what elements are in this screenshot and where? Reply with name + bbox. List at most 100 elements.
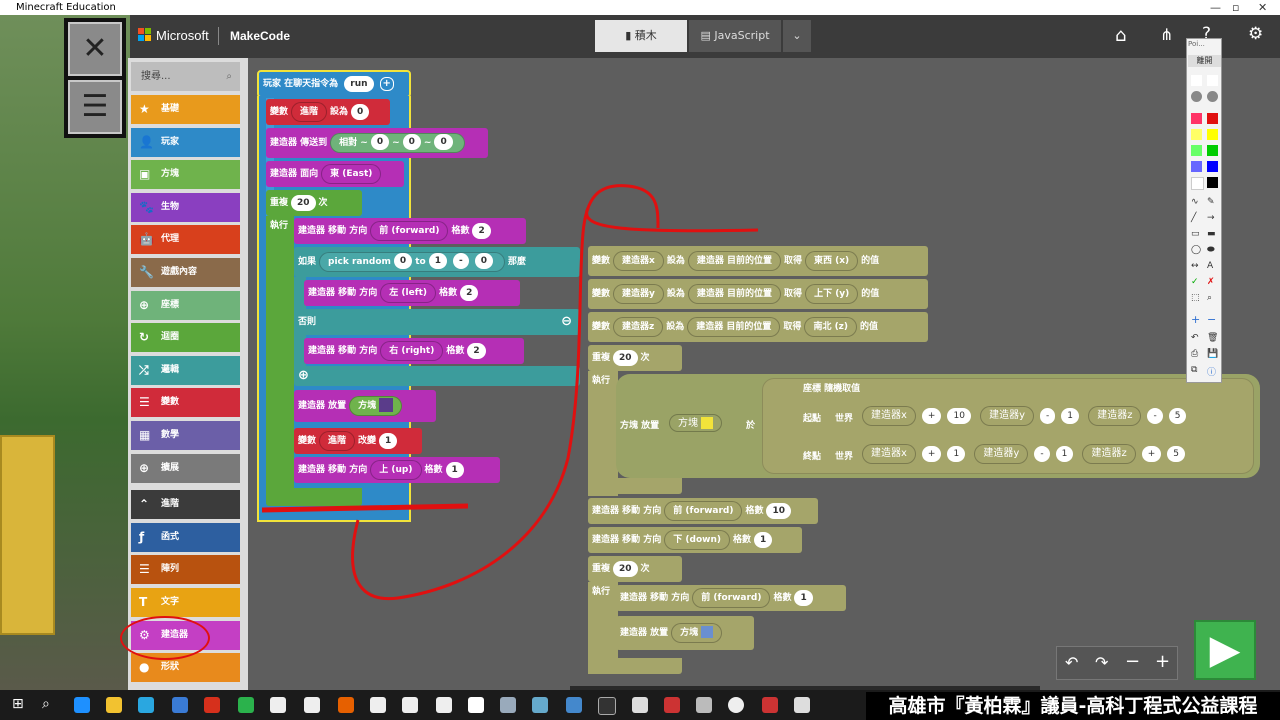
search-icon: ⌕ [226, 71, 232, 82]
undo-icon[interactable]: ↶ [1065, 653, 1078, 672]
double-arrow-icon[interactable]: ↔ [1191, 261, 1199, 271]
minecraft-icon[interactable] [500, 697, 516, 713]
undo-draw-icon[interactable]: ↶ [1191, 333, 1199, 343]
chevron-down-icon[interactable]: ⌄ [783, 20, 811, 52]
chrome-icon[interactable] [270, 697, 286, 713]
category-6[interactable]: ⊕ 座標 [131, 290, 240, 320]
home-icon[interactable]: ⌂ [1115, 25, 1126, 46]
app-icon-d[interactable] [632, 697, 648, 713]
highlighter-icon[interactable]: ✎ [1207, 197, 1215, 207]
category-0[interactable]: ★ 基礎 [131, 95, 240, 124]
cross-icon[interactable]: ✗ [1207, 277, 1215, 287]
maximize-button[interactable]: ▫ [1232, 0, 1239, 15]
filled-rect-icon[interactable]: ▬ [1207, 229, 1216, 239]
windows-start-icon[interactable]: ⊞ [12, 696, 24, 712]
line-icon[interactable]: ╱ [1191, 213, 1196, 223]
app-icon-b[interactable] [566, 697, 582, 713]
zoom-out-icon[interactable]: − [1125, 651, 1140, 672]
zoom-icon[interactable]: ⌕ [1207, 293, 1212, 303]
pen-small-swatch[interactable] [1191, 75, 1202, 86]
run-play-button[interactable]: ▶ [1194, 620, 1256, 680]
share-icon[interactable]: ⋔ [1160, 25, 1173, 44]
category-1[interactable]: 👤 玩家 [131, 127, 240, 157]
file-explorer-icon[interactable] [106, 697, 122, 713]
pen-xl-swatch[interactable] [1207, 91, 1218, 102]
black-swatch[interactable] [1207, 177, 1218, 188]
arrow-icon[interactable]: → [1207, 213, 1215, 223]
filled-ellipse-icon[interactable]: ⬬ [1207, 245, 1215, 255]
pen-large-swatch[interactable] [1191, 91, 1202, 102]
copy-icon[interactable]: ⧉ [1191, 365, 1197, 375]
store-icon[interactable] [172, 697, 188, 713]
blocks-workspace[interactable]: 玩家 在聊天指令為 run + 變數 進階 設為 0 建造器 傳送到 相對 ~0 ~0 ~0… [248, 58, 1280, 690]
category-7[interactable]: ↻ 迴圈 [131, 323, 240, 353]
print-icon[interactable]: ⎙ [1191, 349, 1198, 359]
category-10[interactable]: ▦ 數學 [131, 421, 240, 450]
plus-icon[interactable]: + [1191, 313, 1200, 326]
firefox-icon[interactable] [338, 697, 354, 713]
category-3[interactable]: 🐾 生物 [131, 192, 240, 222]
app-icon-g[interactable] [728, 697, 744, 713]
category-15[interactable]: T 文字 [131, 588, 240, 617]
pen-medium-swatch[interactable] [1207, 75, 1218, 86]
tab-javascript[interactable]: ▤ JavaScript [689, 20, 781, 52]
text-tool-icon[interactable]: A [1207, 261, 1213, 271]
search-input[interactable]: 搜尋... ⌕ [131, 62, 240, 91]
trash-icon[interactable]: 🗑 [1207, 333, 1218, 343]
category-11[interactable]: ⊕ 擴展 [131, 453, 240, 483]
category-12[interactable]: ⌃ 進階 [131, 490, 240, 520]
chrome-icon-3[interactable] [370, 697, 386, 713]
blue-swatch[interactable] [1207, 161, 1218, 172]
chrome-icon-5[interactable] [436, 697, 452, 713]
line-app-icon[interactable] [238, 697, 254, 713]
close-icon[interactable]: ✕ [68, 22, 122, 76]
category-13[interactable]: ƒ 函式 [131, 522, 240, 552]
light-yellow-swatch[interactable] [1191, 129, 1202, 140]
category-8[interactable]: ⤮ 邏輯 [131, 355, 240, 385]
app-icon-a[interactable] [532, 697, 548, 713]
capcut-icon[interactable] [468, 697, 484, 713]
paint-close-button[interactable]: 離開 [1188, 55, 1221, 67]
red-app-icon[interactable] [204, 697, 220, 713]
info-icon[interactable]: ⓘ [1207, 365, 1216, 378]
check-icon[interactable]: ✓ [1191, 277, 1199, 287]
window-titlebar: Minecraft Education — ▫ ✕ [0, 0, 1280, 15]
freehand-icon[interactable]: ∿ [1191, 197, 1199, 207]
category-2[interactable]: ▣ 方塊 [131, 160, 240, 190]
red-swatch[interactable] [1207, 113, 1218, 124]
save-icon[interactable]: 💾 [1207, 349, 1218, 359]
light-blue-swatch[interactable] [1191, 161, 1202, 172]
chrome-icon-2[interactable] [304, 697, 320, 713]
minus-icon[interactable]: − [1207, 313, 1216, 326]
light-green-swatch[interactable] [1191, 145, 1202, 156]
zoom-in-icon[interactable]: + [1155, 651, 1170, 672]
yellow-swatch[interactable] [1207, 129, 1218, 140]
edge-new-icon[interactable] [138, 697, 154, 713]
chrome-icon-4[interactable] [402, 697, 418, 713]
category-14[interactable]: ☰ 陣列 [131, 555, 240, 585]
app-icon-h[interactable] [762, 697, 778, 713]
app-icon-c[interactable] [598, 697, 616, 715]
category-4[interactable]: 🤖 代理 [131, 225, 240, 255]
category-5[interactable]: 🔧 遊戲內容 [131, 258, 240, 287]
minimize-button[interactable]: — [1210, 0, 1221, 15]
app-icon-f[interactable] [696, 697, 712, 713]
close-window-button[interactable]: ✕ [1258, 0, 1267, 15]
app-icon-e[interactable] [664, 697, 680, 713]
pink-swatch[interactable] [1191, 113, 1202, 124]
rectangle-icon[interactable]: ▭ [1191, 229, 1200, 239]
edge-icon[interactable] [74, 697, 90, 713]
ellipse-icon[interactable]: ◯ [1191, 245, 1201, 255]
redo-icon[interactable]: ↷ [1095, 653, 1108, 672]
tab-blocks[interactable]: ▮ 積木 [595, 20, 687, 52]
white-swatch[interactable] [1191, 177, 1204, 190]
menu-icon[interactable]: ☰ [68, 80, 122, 134]
category-icon: ⤮ [139, 362, 149, 377]
taskbar-search-icon[interactable]: ⌕ [42, 696, 50, 712]
category-9[interactable]: ☰ 變數 [131, 388, 240, 418]
select-icon[interactable]: ⬚ [1191, 293, 1200, 303]
caption-overlay: 高雄市『黃柏霖』議員-高科丁程式公益課程 [866, 692, 1280, 720]
app-icon-i[interactable] [794, 697, 810, 713]
gear-icon[interactable]: ⚙ [1248, 24, 1263, 44]
green-swatch[interactable] [1207, 145, 1218, 156]
